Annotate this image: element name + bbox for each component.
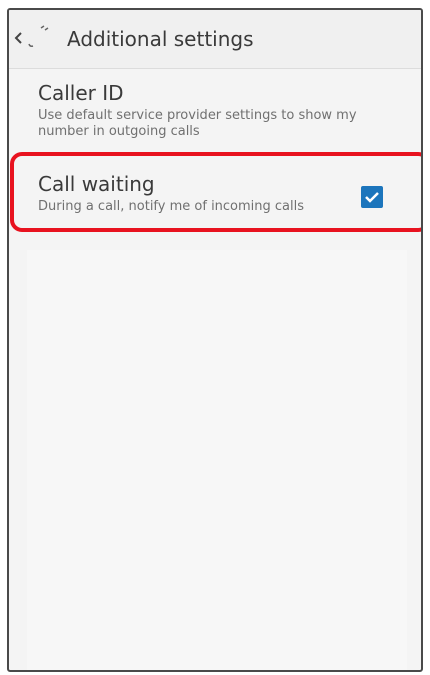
action-bar: Additional settings [9,10,421,69]
checkmark-icon [365,192,379,203]
caller-id-title: Caller ID [38,81,124,105]
call-waiting-setting[interactable]: Call waiting During a call, notify me of… [9,156,421,230]
divider [31,153,399,154]
chevron-left-icon[interactable] [13,28,23,48]
caller-id-summary: Use default service provider settings to… [38,108,357,139]
call-waiting-title: Call waiting [38,172,155,196]
empty-content-area [27,250,407,670]
call-waiting-summary: During a call, notify me of incoming cal… [38,199,305,214]
caller-id-setting[interactable]: Caller ID Use default service provider s… [9,68,421,154]
page-title: Additional settings [67,27,254,51]
phone-settings-icon [25,24,51,50]
phone-screen: Additional settings Caller ID Use defaul… [7,8,423,672]
call-waiting-checkbox[interactable] [361,186,383,208]
